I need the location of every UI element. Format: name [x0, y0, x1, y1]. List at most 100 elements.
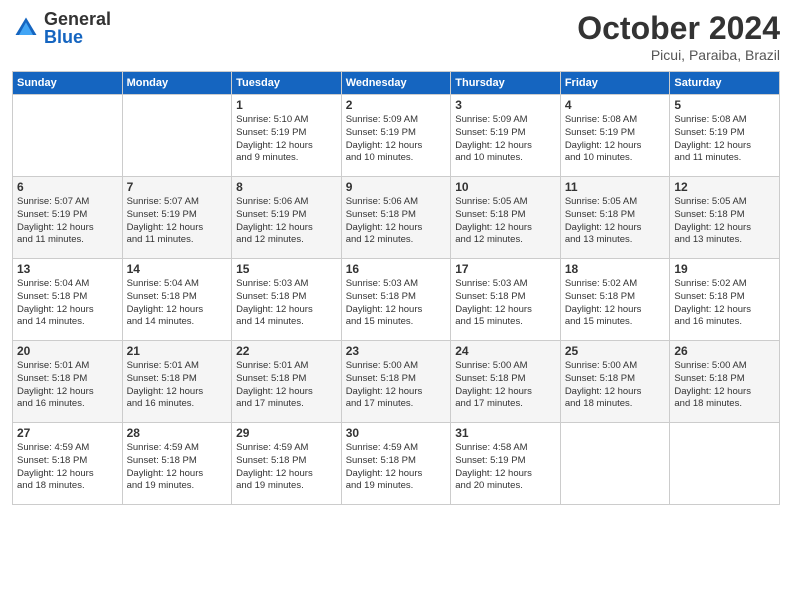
weekday-header: Friday — [560, 72, 670, 95]
day-info: Sunrise: 5:06 AMSunset: 5:19 PMDaylight:… — [236, 196, 337, 247]
day-info: Sunrise: 5:07 AMSunset: 5:19 PMDaylight:… — [17, 196, 118, 247]
day-info: Sunrise: 5:01 AMSunset: 5:18 PMDaylight:… — [17, 360, 118, 411]
day-number: 16 — [346, 262, 447, 276]
title-block: October 2024 Picui, Paraiba, Brazil — [577, 10, 780, 63]
calendar-cell: 11 Sunrise: 5:05 AMSunset: 5:18 PMDayligh… — [560, 177, 670, 259]
day-info: Sunrise: 5:04 AMSunset: 5:18 PMDaylight:… — [127, 278, 228, 329]
day-number: 26 — [674, 344, 775, 358]
calendar-cell — [13, 95, 123, 177]
day-info: Sunrise: 5:01 AMSunset: 5:18 PMDaylight:… — [127, 360, 228, 411]
calendar-cell: 14 Sunrise: 5:04 AMSunset: 5:18 PMDayligh… — [122, 259, 232, 341]
day-info: Sunrise: 5:01 AMSunset: 5:18 PMDaylight:… — [236, 360, 337, 411]
location: Picui, Paraiba, Brazil — [577, 47, 780, 63]
day-number: 9 — [346, 180, 447, 194]
day-info: Sunrise: 5:00 AMSunset: 5:18 PMDaylight:… — [346, 360, 447, 411]
day-info: Sunrise: 5:03 AMSunset: 5:18 PMDaylight:… — [455, 278, 556, 329]
day-number: 24 — [455, 344, 556, 358]
day-number: 29 — [236, 426, 337, 440]
calendar-cell: 15 Sunrise: 5:03 AMSunset: 5:18 PMDayligh… — [232, 259, 342, 341]
weekday-header: Thursday — [451, 72, 561, 95]
weekday-header: Monday — [122, 72, 232, 95]
calendar-cell: 8 Sunrise: 5:06 AMSunset: 5:19 PMDaylight… — [232, 177, 342, 259]
calendar-cell: 13 Sunrise: 5:04 AMSunset: 5:18 PMDayligh… — [13, 259, 123, 341]
day-number: 18 — [565, 262, 666, 276]
day-info: Sunrise: 5:09 AMSunset: 5:19 PMDaylight:… — [455, 114, 556, 165]
month-title: October 2024 — [577, 10, 780, 47]
calendar-cell: 12 Sunrise: 5:05 AMSunset: 5:18 PMDayligh… — [670, 177, 780, 259]
weekday-header: Sunday — [13, 72, 123, 95]
day-number: 25 — [565, 344, 666, 358]
day-info: Sunrise: 4:59 AMSunset: 5:18 PMDaylight:… — [346, 442, 447, 493]
day-info: Sunrise: 5:04 AMSunset: 5:18 PMDaylight:… — [17, 278, 118, 329]
day-info: Sunrise: 5:02 AMSunset: 5:18 PMDaylight:… — [674, 278, 775, 329]
logo-general-label: General — [44, 10, 111, 28]
weekday-header: Saturday — [670, 72, 780, 95]
day-info: Sunrise: 5:00 AMSunset: 5:18 PMDaylight:… — [674, 360, 775, 411]
day-number: 20 — [17, 344, 118, 358]
day-number: 8 — [236, 180, 337, 194]
day-info: Sunrise: 5:06 AMSunset: 5:18 PMDaylight:… — [346, 196, 447, 247]
day-info: Sunrise: 5:03 AMSunset: 5:18 PMDaylight:… — [236, 278, 337, 329]
day-number: 7 — [127, 180, 228, 194]
day-number: 12 — [674, 180, 775, 194]
logo-text: General Blue — [44, 10, 111, 46]
day-number: 28 — [127, 426, 228, 440]
weekday-row: SundayMondayTuesdayWednesdayThursdayFrid… — [13, 72, 780, 95]
calendar-week-row: 1Sunrise: 5:10 AMSunset: 5:19 PMDaylight… — [13, 95, 780, 177]
calendar-cell: 23Sunrise: 5:00 AMSunset: 5:18 PMDayligh… — [341, 341, 451, 423]
day-info: Sunrise: 5:02 AMSunset: 5:18 PMDaylight:… — [565, 278, 666, 329]
day-info: Sunrise: 5:09 AMSunset: 5:19 PMDaylight:… — [346, 114, 447, 165]
day-number: 17 — [455, 262, 556, 276]
day-number: 6 — [17, 180, 118, 194]
day-info: Sunrise: 5:08 AMSunset: 5:19 PMDaylight:… — [674, 114, 775, 165]
day-info: Sunrise: 4:58 AMSunset: 5:19 PMDaylight:… — [455, 442, 556, 493]
day-info: Sunrise: 4:59 AMSunset: 5:18 PMDaylight:… — [127, 442, 228, 493]
calendar-cell: 1Sunrise: 5:10 AMSunset: 5:19 PMDaylight… — [232, 95, 342, 177]
day-number: 5 — [674, 98, 775, 112]
calendar-cell: 16 Sunrise: 5:03 AMSunset: 5:18 PMDayligh… — [341, 259, 451, 341]
day-info: Sunrise: 5:00 AMSunset: 5:18 PMDaylight:… — [565, 360, 666, 411]
day-number: 27 — [17, 426, 118, 440]
day-number: 3 — [455, 98, 556, 112]
day-number: 2 — [346, 98, 447, 112]
day-info: Sunrise: 5:05 AMSunset: 5:18 PMDaylight:… — [565, 196, 666, 247]
logo: General Blue — [12, 10, 111, 46]
calendar-cell — [670, 423, 780, 505]
calendar-cell: 6 Sunrise: 5:07 AMSunset: 5:19 PMDaylight… — [13, 177, 123, 259]
day-info: Sunrise: 5:07 AMSunset: 5:19 PMDaylight:… — [127, 196, 228, 247]
calendar-cell: 30Sunrise: 4:59 AMSunset: 5:18 PMDayligh… — [341, 423, 451, 505]
calendar-cell — [122, 95, 232, 177]
day-number: 11 — [565, 180, 666, 194]
day-info: Sunrise: 5:00 AMSunset: 5:18 PMDaylight:… — [455, 360, 556, 411]
calendar-cell: 21 Sunrise: 5:01 AMSunset: 5:18 PMDayligh… — [122, 341, 232, 423]
day-number: 1 — [236, 98, 337, 112]
calendar-cell: 24 Sunrise: 5:00 AMSunset: 5:18 PMDayligh… — [451, 341, 561, 423]
day-number: 15 — [236, 262, 337, 276]
calendar-week-row: 13 Sunrise: 5:04 AMSunset: 5:18 PMDayligh… — [13, 259, 780, 341]
day-number: 22 — [236, 344, 337, 358]
day-number: 4 — [565, 98, 666, 112]
day-number: 10 — [455, 180, 556, 194]
calendar-cell: 31Sunrise: 4:58 AMSunset: 5:19 PMDayligh… — [451, 423, 561, 505]
calendar-week-row: 27 Sunrise: 4:59 AMSunset: 5:18 PMDayligh… — [13, 423, 780, 505]
calendar-cell: 10Sunrise: 5:05 AMSunset: 5:18 PMDayligh… — [451, 177, 561, 259]
calendar-cell: 22 Sunrise: 5:01 AMSunset: 5:18 PMDayligh… — [232, 341, 342, 423]
calendar-cell: 4 Sunrise: 5:08 AMSunset: 5:19 PMDaylight… — [560, 95, 670, 177]
calendar-body: 1Sunrise: 5:10 AMSunset: 5:19 PMDaylight… — [13, 95, 780, 505]
calendar-cell: 25 Sunrise: 5:00 AMSunset: 5:18 PMDayligh… — [560, 341, 670, 423]
day-number: 13 — [17, 262, 118, 276]
page-container: General Blue October 2024 Picui, Paraiba… — [0, 0, 792, 511]
calendar-cell: 29Sunrise: 4:59 AMSunset: 5:18 PMDayligh… — [232, 423, 342, 505]
calendar-cell: 27Sunrise: 4:59 AMSunset: 5:18 PMDayligh… — [13, 423, 123, 505]
weekday-header: Wednesday — [341, 72, 451, 95]
day-info: Sunrise: 5:08 AMSunset: 5:19 PMDaylight:… — [565, 114, 666, 165]
day-info: Sunrise: 5:05 AMSunset: 5:18 PMDaylight:… — [674, 196, 775, 247]
calendar-table: SundayMondayTuesdayWednesdayThursdayFrid… — [12, 71, 780, 505]
calendar-cell: 20 Sunrise: 5:01 AMSunset: 5:18 PMDayligh… — [13, 341, 123, 423]
day-info: Sunrise: 5:03 AMSunset: 5:18 PMDaylight:… — [346, 278, 447, 329]
calendar-cell — [560, 423, 670, 505]
calendar-header: SundayMondayTuesdayWednesdayThursdayFrid… — [13, 72, 780, 95]
day-number: 21 — [127, 344, 228, 358]
calendar-cell: 18 Sunrise: 5:02 AMSunset: 5:18 PMDayligh… — [560, 259, 670, 341]
day-number: 14 — [127, 262, 228, 276]
